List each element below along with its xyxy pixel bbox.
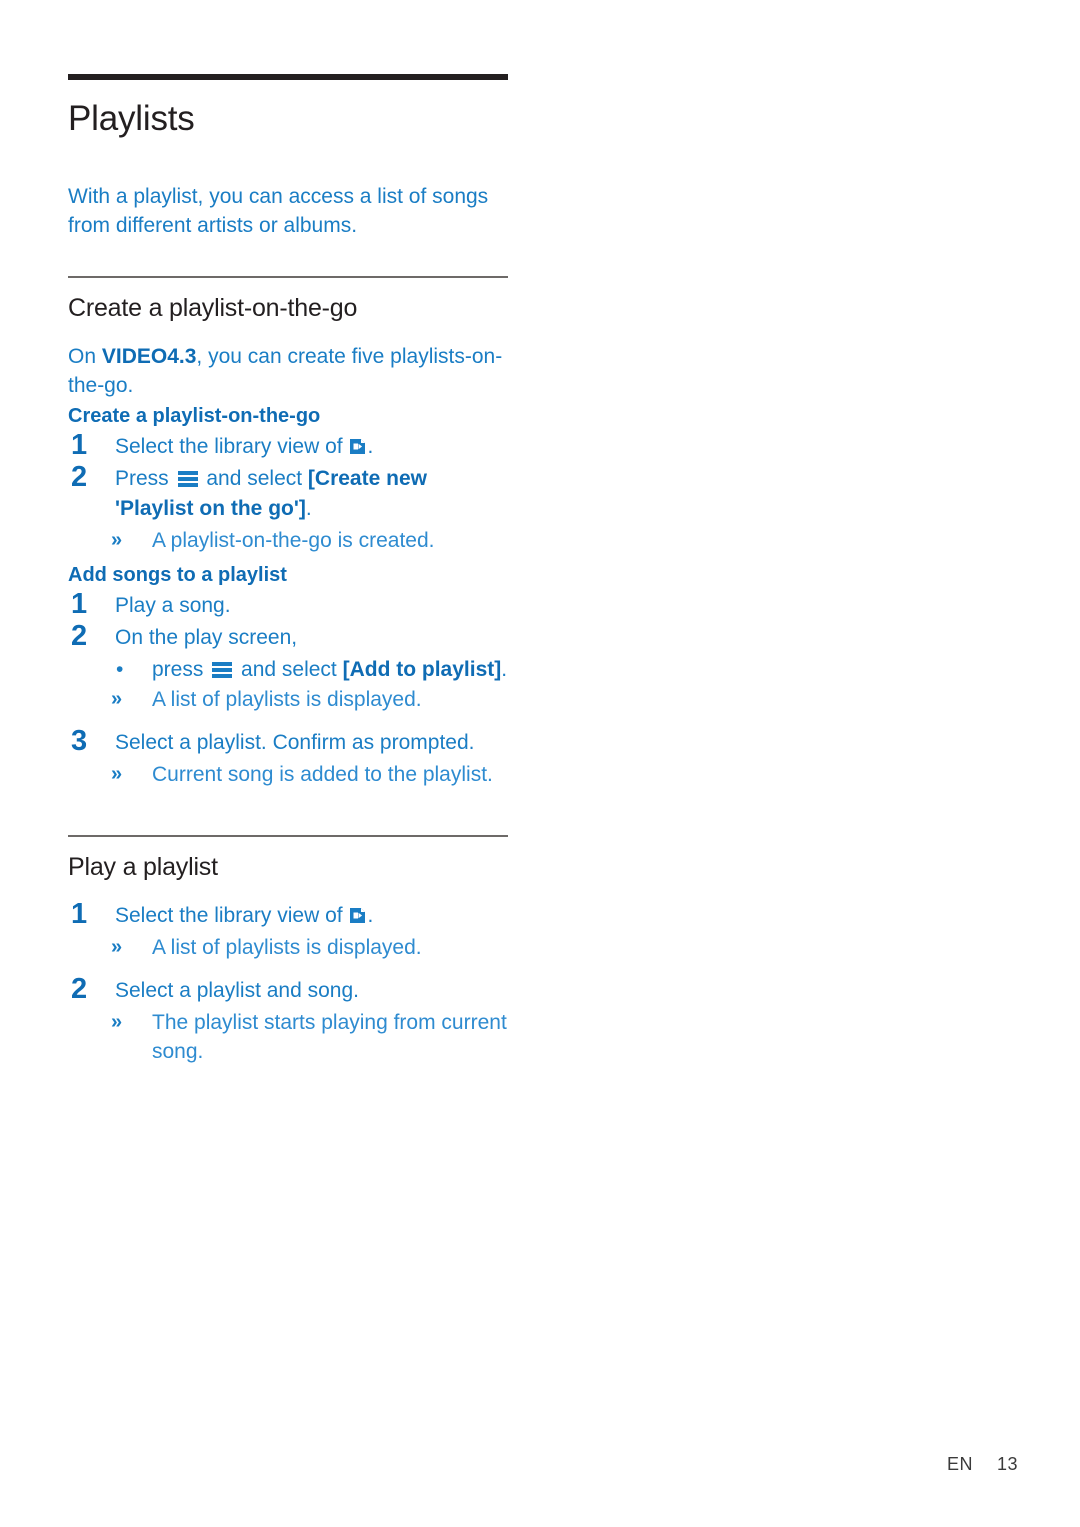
step-number: 3 xyxy=(71,725,88,757)
result-text: A list of playlists is displayed. xyxy=(152,936,422,959)
step-text: Select the library view of . xyxy=(115,904,373,927)
step-text: Select a playlist and song. xyxy=(115,979,359,1002)
step-text-part: Press xyxy=(115,467,175,490)
video-library-icon xyxy=(349,438,366,455)
step-number: 2 xyxy=(71,461,88,493)
step-item: 1 Select the library view of . xyxy=(68,429,508,462)
device-model-name: VIDEO4.3 xyxy=(101,345,197,368)
section-heading-create-playlist: Create a playlist-on-the-go xyxy=(68,294,358,322)
result-marker: » xyxy=(111,1011,123,1033)
page-title: Playlists xyxy=(68,99,195,138)
result-item: » A list of playlists is displayed. xyxy=(68,685,508,714)
footer-page-number: 13 xyxy=(996,1454,1018,1474)
bullet-text: press and select [Add to playlist]. xyxy=(152,658,507,681)
step-number: 1 xyxy=(71,429,88,461)
step-text-part: Select the library view of xyxy=(115,904,349,927)
result-item: » The playlist starts playing from curre… xyxy=(68,1008,508,1066)
section-rule-play xyxy=(68,835,508,837)
page-footer: EN 13 xyxy=(947,1453,1018,1475)
title-rule xyxy=(68,74,508,80)
subheading-add-songs-to-a-playlist: Add songs to a playlist xyxy=(68,564,287,586)
footer-language: EN xyxy=(946,1454,973,1474)
menu-hamburger-icon xyxy=(212,662,233,678)
step-text: On the play screen, xyxy=(115,626,298,649)
step-number: 1 xyxy=(71,588,88,620)
document-page: Playlists With a playlist, you can acces… xyxy=(0,0,1080,1527)
create-lead-paragraph: On VIDEO4.3, you can create five playlis… xyxy=(68,342,508,400)
bullet-text-part: . xyxy=(501,658,508,681)
bullet-marker: • xyxy=(116,658,124,681)
menu-option-label: [Add to playlist] xyxy=(342,658,502,681)
bullet-text-part: press xyxy=(152,658,210,681)
section-rule-create xyxy=(68,276,508,278)
step-text-part: . xyxy=(305,497,312,520)
step-item: 3 Select a playlist. Confirm as prompted… xyxy=(68,725,508,758)
result-marker: » xyxy=(111,763,123,785)
result-item: » Current song is added to the playlist. xyxy=(68,760,508,789)
menu-hamburger-icon xyxy=(177,471,198,487)
result-item: » A playlist-on-the-go is created. xyxy=(68,526,508,555)
step-text-part: Select the library view of xyxy=(115,435,349,458)
step-item: 2 Select a playlist and song. xyxy=(68,973,508,1006)
result-text: A playlist-on-the-go is created. xyxy=(152,529,435,552)
result-marker: » xyxy=(111,936,123,958)
step-item: 2 Press and select [Create new 'Playlist… xyxy=(68,461,508,524)
result-marker: » xyxy=(111,529,123,551)
content-column: Playlists With a playlist, you can acces… xyxy=(68,74,508,1066)
result-item: » A list of playlists is displayed. xyxy=(68,933,508,962)
section-heading-play-a-playlist: Play a playlist xyxy=(68,853,218,881)
result-marker: » xyxy=(111,688,123,710)
step-text-part: . xyxy=(367,435,374,458)
step-number: 2 xyxy=(71,973,88,1005)
step-text-part: and select xyxy=(200,467,308,490)
step-number: 2 xyxy=(71,620,88,652)
bullet-item: • press and select [Add to playlist]. xyxy=(68,655,508,685)
step-number: 1 xyxy=(71,898,88,930)
result-text: Current song is added to the playlist. xyxy=(152,763,493,786)
intro-paragraph: With a playlist, you can access a list o… xyxy=(68,185,489,237)
step-item: 1 Select the library view of . xyxy=(68,898,508,931)
step-item: 1 Play a song. xyxy=(68,588,508,621)
result-text: The playlist starts playing from current… xyxy=(152,1011,507,1063)
step-text: Press and select [Create new 'Playlist o… xyxy=(115,467,427,520)
step-text-part: . xyxy=(367,904,374,927)
result-text: A list of playlists is displayed. xyxy=(152,688,422,711)
step-text: Select the library view of . xyxy=(115,435,373,458)
step-text: Select a playlist. Confirm as prompted. xyxy=(115,731,475,754)
subheading-create-playlist-on-the-go: Create a playlist-on-the-go xyxy=(68,405,321,427)
lead-prefix: On xyxy=(68,345,102,368)
video-library-icon xyxy=(349,907,366,924)
bullet-text-part: and select xyxy=(235,658,343,681)
step-item: 2 On the play screen, xyxy=(68,620,508,653)
step-text: Play a song. xyxy=(115,594,231,617)
